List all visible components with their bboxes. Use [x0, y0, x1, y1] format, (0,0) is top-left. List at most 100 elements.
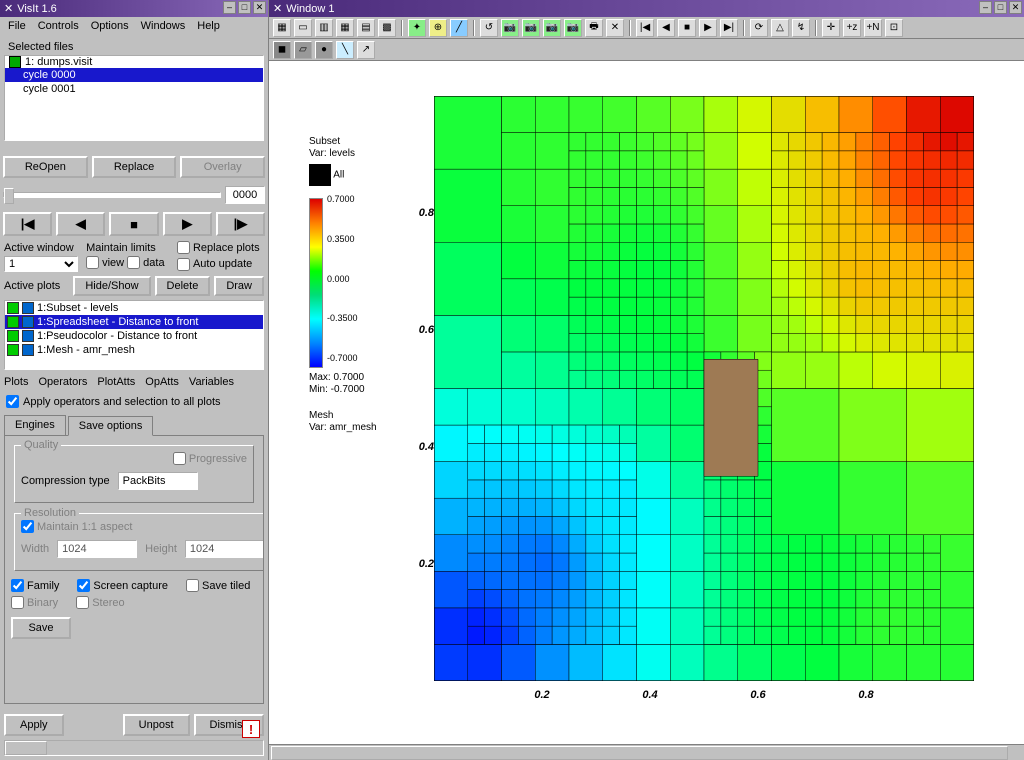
axis-n-icon[interactable]: +N: [864, 19, 882, 37]
minimize-icon[interactable]: –: [979, 1, 992, 14]
plot-area[interactable]: [434, 96, 974, 681]
point-tool-icon[interactable]: ↗: [357, 41, 375, 59]
colorbar: [309, 198, 323, 368]
tool-a-icon[interactable]: ⟳: [750, 19, 768, 37]
layout-1-icon[interactable]: ▭: [294, 19, 312, 37]
file-tree[interactable]: 1: dumps.visit cycle 0000 cycle 0001: [4, 55, 264, 141]
axis-xyz-icon[interactable]: ✛: [822, 19, 840, 37]
replace-plots-check[interactable]: [177, 241, 190, 254]
compression-input[interactable]: [118, 472, 198, 490]
menu-help[interactable]: Help: [191, 20, 226, 32]
close-icon[interactable]: ✕: [253, 1, 266, 14]
aspect-check[interactable]: [21, 520, 34, 533]
stereo-check[interactable]: [76, 596, 89, 609]
layout-2-icon[interactable]: ▥: [315, 19, 333, 37]
layout-4-icon[interactable]: ▦: [336, 19, 354, 37]
navigate-icon[interactable]: ✦: [408, 19, 426, 37]
tree-root[interactable]: 1: dumps.visit: [5, 56, 263, 68]
clear-icon[interactable]: ✕: [606, 19, 624, 37]
auto-update-check[interactable]: [177, 258, 190, 271]
plot-item-subset[interactable]: 1:Subset - levels: [5, 301, 263, 315]
rev-icon[interactable]: ◀: [657, 19, 675, 37]
view-check[interactable]: [86, 256, 99, 269]
viz-scrollbar[interactable]: [269, 744, 1024, 760]
layout-6-icon[interactable]: ▤: [357, 19, 375, 37]
draw-button[interactable]: Draw: [214, 276, 264, 296]
close-icon[interactable]: ✕: [1009, 1, 1022, 14]
layout-9-icon[interactable]: ▩: [378, 19, 396, 37]
lineout-icon[interactable]: ╱: [450, 19, 468, 37]
camera3-icon[interactable]: 📷: [543, 19, 561, 37]
x-icon: ✕: [4, 2, 13, 15]
stop2-icon[interactable]: ■: [678, 19, 696, 37]
last-icon[interactable]: ▶|: [720, 19, 738, 37]
reopen-button[interactable]: ReOpen: [3, 156, 88, 178]
viz-title: Window 1: [286, 3, 334, 15]
stop-icon[interactable]: ■: [109, 212, 158, 236]
minimize-icon[interactable]: –: [223, 1, 236, 14]
maximize-icon[interactable]: □: [238, 1, 251, 14]
plot-item-spreadsheet[interactable]: 1:Spreadsheet - Distance to front: [5, 315, 263, 329]
operators-menu[interactable]: Operators: [38, 376, 87, 388]
camera-icon[interactable]: 📷: [501, 19, 519, 37]
plot-list[interactable]: 1:Subset - levels 1:Spreadsheet - Distan…: [4, 300, 264, 370]
maximize-icon[interactable]: □: [994, 1, 1007, 14]
camera2-icon[interactable]: 📷: [522, 19, 540, 37]
save-button[interactable]: Save: [11, 617, 71, 639]
tool-b-icon[interactable]: △: [771, 19, 789, 37]
menu-options[interactable]: Options: [85, 20, 135, 32]
apply-all-check[interactable]: [6, 395, 19, 408]
skip-back-icon[interactable]: |◀: [3, 212, 52, 236]
axis-z-icon[interactable]: +z: [843, 19, 861, 37]
binary-check[interactable]: [11, 596, 24, 609]
reset-view-icon[interactable]: ↺: [480, 19, 498, 37]
family-check[interactable]: [11, 579, 24, 592]
scrollbar[interactable]: [4, 740, 264, 756]
active-window-select[interactable]: 1: [4, 256, 78, 272]
data-check[interactable]: [127, 256, 140, 269]
screen-capture-check[interactable]: [77, 579, 90, 592]
progressive-check[interactable]: [173, 452, 186, 465]
print-icon[interactable]: 🖶: [585, 19, 603, 37]
plot-item-pseudocolor[interactable]: 1:Pseudocolor - Distance to front: [5, 329, 263, 343]
play2-icon[interactable]: ▶: [699, 19, 717, 37]
tree-item-cycle0001[interactable]: cycle 0001: [5, 82, 263, 96]
skip-fwd-icon[interactable]: |▶: [216, 212, 265, 236]
save-tiled-check[interactable]: [186, 579, 199, 592]
zoom-icon[interactable]: ⊕: [429, 19, 447, 37]
menu-controls[interactable]: Controls: [32, 20, 85, 32]
tab-engines[interactable]: Engines: [4, 415, 66, 435]
cube-icon[interactable]: ◼: [273, 41, 291, 59]
axis-e-icon[interactable]: ⊡: [885, 19, 903, 37]
selected-files-label: Selected files: [4, 39, 264, 55]
menu-windows[interactable]: Windows: [135, 20, 192, 32]
menu-file[interactable]: File: [2, 20, 32, 32]
tab-save-options[interactable]: Save options: [68, 416, 154, 436]
line-tool-icon[interactable]: ╲: [336, 41, 354, 59]
step-back-icon[interactable]: ◀: [56, 212, 105, 236]
sphere-icon[interactable]: ●: [315, 41, 333, 59]
time-slider[interactable]: [3, 192, 221, 198]
plot-item-mesh[interactable]: 1:Mesh - amr_mesh: [5, 343, 263, 357]
plane-icon[interactable]: ▱: [294, 41, 312, 59]
first-icon[interactable]: |◀: [636, 19, 654, 37]
plots-menu[interactable]: Plots: [4, 376, 28, 388]
new-window-icon[interactable]: ▦: [273, 19, 291, 37]
hideshow-button[interactable]: Hide/Show: [73, 276, 150, 296]
replace-button[interactable]: Replace: [92, 156, 177, 178]
camera4-icon[interactable]: 📷: [564, 19, 582, 37]
time-value[interactable]: 0000: [225, 186, 265, 204]
delete-button[interactable]: Delete: [155, 276, 211, 296]
warning-icon[interactable]: !: [242, 720, 260, 738]
opatts-menu[interactable]: OpAtts: [145, 376, 179, 388]
overlay-button[interactable]: Overlay: [180, 156, 265, 178]
viz-canvas[interactable]: Subset Var: levels All 0.7000 0.3500 0.0…: [269, 61, 1024, 744]
unpost-button[interactable]: Unpost: [123, 714, 190, 736]
plotatts-menu[interactable]: PlotAtts: [97, 376, 135, 388]
apply-button[interactable]: Apply: [4, 714, 64, 736]
variables-menu[interactable]: Variables: [189, 376, 234, 388]
play-icon[interactable]: ▶: [163, 212, 212, 236]
tree-item-cycle0000[interactable]: cycle 0000: [5, 68, 263, 82]
tool-c-icon[interactable]: ↯: [792, 19, 810, 37]
menubar[interactable]: File Controls Options Windows Help: [0, 17, 268, 35]
